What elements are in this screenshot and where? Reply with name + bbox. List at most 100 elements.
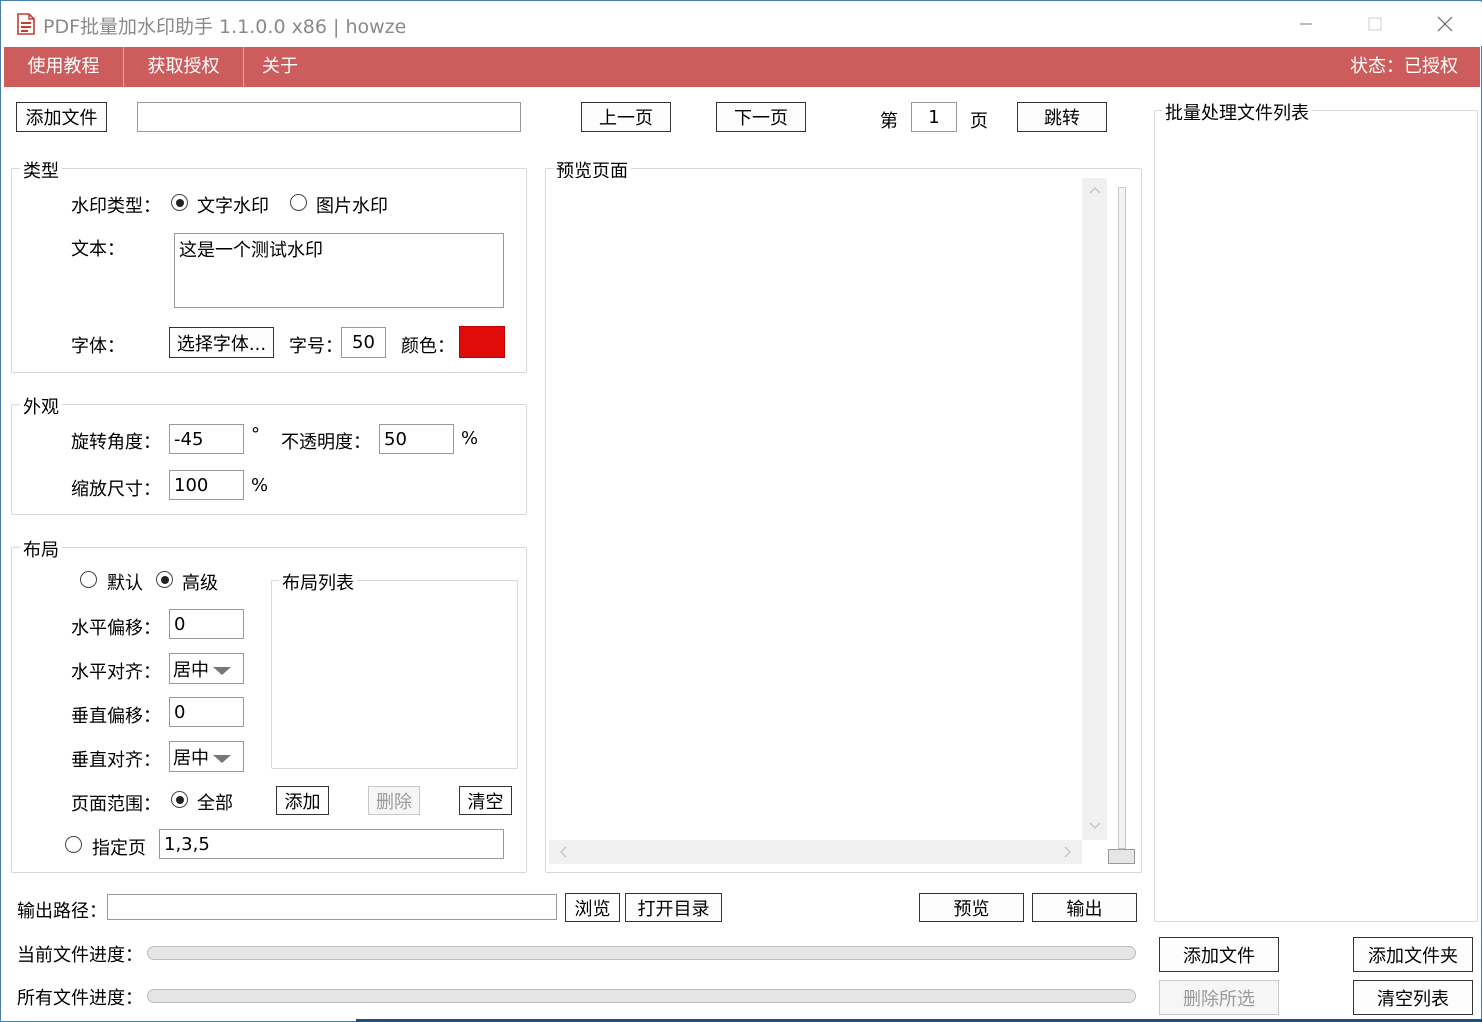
preview-button[interactable]: 预览 [919, 893, 1024, 922]
all-progress-label: 所有文件进度： [17, 988, 143, 1009]
font-size-input[interactable]: 50 [341, 327, 386, 358]
default-layout-label[interactable]: 默认 [107, 569, 143, 595]
layout-list-box[interactable] [271, 580, 518, 769]
layout-list-title: 布局列表 [279, 569, 357, 595]
default-layout-radio[interactable] [80, 571, 97, 588]
text-watermark-radio[interactable] [171, 194, 188, 211]
output-path-label: 输出路径： [17, 901, 107, 922]
app-window: PDF批量加水印助手 1.1.0.0 x86 | howze 使用教程 获取授权… [0, 0, 1482, 1022]
h-align-value: 居中 [173, 659, 209, 681]
open-directory-button[interactable]: 打开目录 [625, 893, 722, 922]
color-label: 颜色： [401, 336, 455, 357]
rotation-label: 旋转角度： [71, 432, 161, 453]
batch-file-list[interactable] [1154, 110, 1478, 922]
browse-button[interactable]: 浏览 [565, 893, 620, 922]
layout-add-button[interactable]: 添加 [276, 786, 329, 815]
all-files-progress [147, 989, 1136, 1003]
scroll-left-icon[interactable] [559, 846, 567, 858]
h-align-label: 水平对齐： [71, 662, 161, 683]
scale-label: 缩放尺寸： [71, 479, 161, 500]
scroll-down-icon[interactable] [1089, 822, 1101, 830]
opacity-percent-unit: % [461, 428, 479, 449]
text-watermark-label[interactable]: 文字水印 [197, 192, 269, 218]
maximize-icon [1368, 17, 1382, 31]
batch-list-title: 批量处理文件列表 [1162, 99, 1312, 125]
close-icon [1437, 16, 1453, 32]
layout-delete-button[interactable]: 删除 [368, 786, 420, 815]
scroll-right-icon[interactable] [1064, 846, 1072, 858]
v-offset-input[interactable]: 0 [169, 697, 244, 727]
v-offset-label: 垂直偏移： [71, 706, 161, 727]
opacity-label: 不透明度： [281, 432, 371, 453]
v-align-select[interactable]: 居中 [169, 741, 244, 772]
maximize-button[interactable] [1352, 6, 1398, 42]
page-prefix-label: 第 [880, 111, 898, 132]
prev-page-button[interactable]: 上一页 [581, 102, 671, 132]
jump-button[interactable]: 跳转 [1017, 102, 1107, 132]
zoom-slider-track[interactable] [1118, 187, 1126, 849]
specific-pages-label[interactable]: 指定页 [92, 834, 146, 860]
batch-add-folder-button[interactable]: 添加文件夹 [1353, 937, 1473, 972]
batch-add-file-button[interactable]: 添加文件 [1159, 937, 1279, 972]
all-pages-radio[interactable] [171, 791, 188, 808]
image-watermark-radio[interactable] [290, 194, 307, 211]
h-offset-input[interactable]: 0 [169, 609, 244, 639]
v-align-label: 垂直对齐： [71, 750, 161, 771]
batch-delete-selected-button[interactable]: 删除所选 [1159, 980, 1279, 1015]
degree-unit: ° [251, 424, 260, 445]
page-suffix-label: 页 [970, 111, 988, 132]
preview-horizontal-scrollbar[interactable] [549, 840, 1082, 864]
preview-vertical-scrollbar[interactable] [1082, 178, 1107, 840]
zoom-slider-thumb[interactable] [1108, 849, 1135, 864]
menu-item-license[interactable]: 获取授权 [124, 47, 243, 87]
minimize-button[interactable] [1283, 6, 1329, 42]
title-bar: PDF批量加水印助手 1.1.0.0 x86 | howze [2, 2, 1482, 46]
font-label: 字体： [71, 336, 125, 357]
minimize-icon [1300, 23, 1312, 25]
h-align-select[interactable]: 居中 [169, 653, 244, 684]
specific-pages-input[interactable]: 1,3,5 [159, 829, 504, 859]
add-file-button[interactable]: 添加文件 [16, 102, 107, 132]
menu-bar: 使用教程 获取授权 关于 状态：已授权 [4, 47, 1480, 87]
chevron-down-icon [213, 755, 231, 763]
preview-canvas[interactable] [549, 178, 1107, 863]
choose-font-button[interactable]: 选择字体... [169, 327, 274, 358]
page-range-label: 页面范围： [71, 794, 161, 815]
color-swatch[interactable] [459, 326, 505, 358]
all-pages-label[interactable]: 全部 [197, 789, 233, 815]
watermark-type-label: 水印类型： [71, 196, 161, 217]
v-align-value: 居中 [173, 747, 209, 769]
h-offset-label: 水平偏移： [71, 618, 161, 639]
pdf-app-icon [17, 13, 35, 35]
chevron-down-icon [213, 667, 231, 675]
rotation-input[interactable]: -45 [169, 424, 244, 454]
close-button[interactable] [1422, 6, 1468, 42]
watermark-text-area[interactable]: 这是一个测试水印 [174, 233, 504, 308]
appearance-group-title: 外观 [20, 393, 62, 419]
batch-clear-list-button[interactable]: 清空列表 [1353, 980, 1473, 1015]
scroll-up-icon[interactable] [1089, 186, 1101, 194]
text-label: 文本： [71, 239, 125, 260]
file-path-input[interactable] [137, 102, 521, 132]
page-number-input[interactable]: 1 [911, 102, 957, 132]
license-status: 状态：已授权 [1350, 56, 1458, 77]
current-progress-label: 当前文件进度： [17, 945, 143, 966]
scale-percent-unit: % [251, 475, 269, 496]
menu-item-tutorial[interactable]: 使用教程 [4, 47, 123, 87]
layout-group-title: 布局 [20, 536, 62, 562]
layout-clear-button[interactable]: 清空 [459, 786, 512, 815]
specific-pages-radio[interactable] [65, 836, 82, 853]
advanced-layout-label[interactable]: 高级 [182, 569, 218, 595]
image-watermark-label[interactable]: 图片水印 [316, 192, 388, 218]
export-button[interactable]: 输出 [1032, 893, 1137, 922]
current-file-progress [147, 946, 1136, 960]
next-page-button[interactable]: 下一页 [716, 102, 806, 132]
font-size-label: 字号： [289, 336, 343, 357]
advanced-layout-radio[interactable] [156, 571, 173, 588]
scale-input[interactable]: 100 [169, 470, 244, 500]
output-path-input[interactable] [107, 894, 557, 920]
menu-item-about[interactable]: 关于 [244, 47, 316, 87]
type-group-title: 类型 [20, 157, 62, 183]
window-title: PDF批量加水印助手 1.1.0.0 x86 | howze [43, 16, 407, 38]
opacity-input[interactable]: 50 [379, 424, 454, 454]
